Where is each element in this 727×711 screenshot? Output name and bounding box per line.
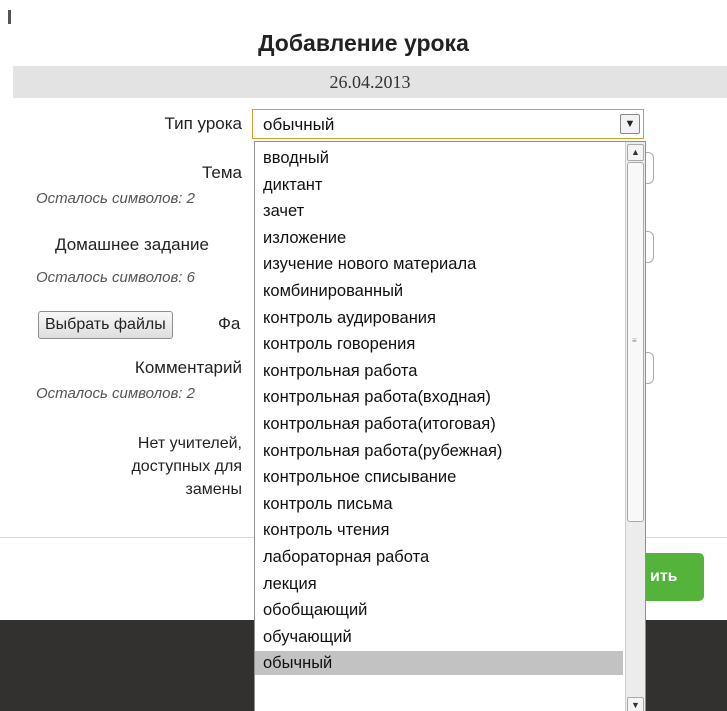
lesson-type-option[interactable]: контроль письма <box>255 492 623 516</box>
save-button-label: ить <box>650 568 678 585</box>
topic-field[interactable] <box>645 152 654 184</box>
lesson-type-option[interactable]: контрольная работа(рубежная) <box>255 439 623 463</box>
homework-field[interactable] <box>645 231 654 263</box>
dialog-edge <box>8 10 11 24</box>
lesson-type-dropdown[interactable]: вводный диктант зачет изложение изучение нов… <box>254 141 646 711</box>
lesson-type-option[interactable]: контроль чтения <box>255 518 623 542</box>
lesson-type-option[interactable]: изучение нового материала <box>255 252 623 276</box>
lesson-type-option[interactable]: лабораторная работа <box>255 545 623 569</box>
chevron-down-icon[interactable]: ▼ <box>620 114 640 134</box>
lesson-type-option[interactable]: обучающий <box>255 625 623 649</box>
comment-field[interactable] <box>645 352 654 384</box>
no-teachers-line-3: замены <box>185 481 242 498</box>
lesson-type-option[interactable]: контроль говорения <box>255 332 623 356</box>
file-label: Фа <box>218 314 241 333</box>
lesson-type-option[interactable]: обобщающий <box>255 598 623 622</box>
lesson-type-option[interactable]: лекция <box>255 572 623 596</box>
lesson-type-option[interactable]: обычный <box>255 651 623 676</box>
scrollbar-grip-icon: ≡ <box>632 336 637 345</box>
comment-label: Комментарий <box>134 358 242 377</box>
dialog-title: Добавление урока <box>258 30 469 56</box>
scroll-up-icon[interactable]: ▲ <box>627 144 644 161</box>
lesson-type-option[interactable]: вводный <box>255 146 623 170</box>
lesson-type-label: Тип урока <box>164 114 242 133</box>
dropdown-scrollbar[interactable]: ▲ ≡ ▼ <box>625 142 645 711</box>
homework-label: Домашнее задание <box>55 235 209 254</box>
lesson-type-select-value: обычный <box>263 115 335 134</box>
lesson-date: 26.04.2013 <box>329 72 411 92</box>
lesson-type-option[interactable]: контрольная работа(итоговая) <box>255 412 623 436</box>
choose-files-button[interactable]: Выбрать файлы <box>38 311 173 339</box>
comment-chars-left: Осталось символов: 2 <box>36 385 195 402</box>
scrollbar-thumb[interactable]: ≡ <box>627 162 644 522</box>
no-teachers-line-1: Нет учителей, <box>137 435 242 452</box>
lesson-type-option[interactable]: комбинированный <box>255 279 623 303</box>
lesson-type-option[interactable]: изложение <box>255 226 623 250</box>
lesson-type-select[interactable]: обычный ▼ <box>252 109 644 139</box>
topic-label: Тема <box>201 163 242 182</box>
date-bar: 26.04.2013 <box>13 66 727 98</box>
no-teachers-line-2: доступных для <box>131 458 242 475</box>
no-substitute-teachers-text: Нет учителей, доступных для замены <box>60 432 242 501</box>
scroll-down-icon[interactable]: ▼ <box>627 697 644 711</box>
lesson-type-option[interactable]: контрольная работа(входная) <box>255 385 623 409</box>
homework-chars-left: Осталось символов: 6 <box>36 269 195 286</box>
lesson-type-option[interactable]: контрольное списывание <box>255 465 623 489</box>
lesson-type-option[interactable]: диктант <box>255 173 623 197</box>
topic-chars-left: Осталось символов: 2 <box>36 190 195 207</box>
lesson-type-option[interactable]: зачет <box>255 199 623 223</box>
lesson-type-option[interactable]: контрольная работа <box>255 359 623 383</box>
lesson-type-option[interactable]: контроль аудирования <box>255 306 623 330</box>
